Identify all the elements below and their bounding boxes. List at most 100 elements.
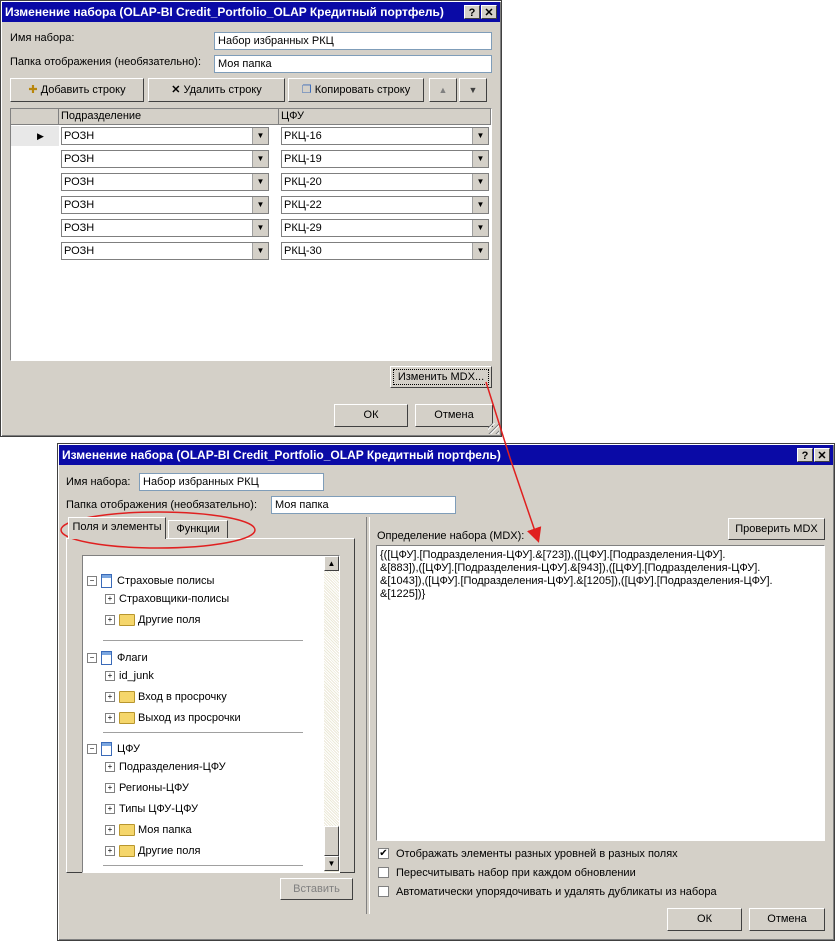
option-checkbox-0[interactable]: ✔ (378, 848, 389, 859)
vertical-divider (366, 517, 370, 914)
cfu-combo[interactable]: РКЦ-16 ▼ (281, 127, 489, 145)
mdx-editor[interactable]: {([ЦФУ].[Подразделения-ЦФУ].&[723]),([ЦФ… (376, 545, 825, 841)
option-checkbox-1[interactable] (378, 867, 389, 878)
ok-button[interactable]: ОК (667, 908, 742, 931)
tree-item[interactable]: + Выход из просрочки (105, 709, 241, 727)
division-combo[interactable]: РОЗН ▼ (61, 150, 269, 168)
dropdown-arrow-icon[interactable]: ▼ (472, 151, 488, 167)
tree-item[interactable]: + Моя папка (105, 821, 192, 839)
tab-fields-and-items[interactable]: Поля и элементы (68, 517, 166, 539)
division-combo[interactable]: РОЗН ▼ (61, 173, 269, 191)
expand-icon[interactable]: + (105, 762, 115, 773)
scroll-thumb[interactable] (324, 826, 339, 856)
expand-icon[interactable]: + (105, 825, 115, 836)
scroll-track[interactable] (324, 571, 339, 826)
collapse-icon[interactable]: − (87, 653, 97, 664)
option-label-1[interactable]: Пересчитывать набор при каждом обновлени… (396, 867, 636, 879)
close-button[interactable]: ✕ (481, 5, 497, 19)
option-checkbox-2[interactable] (378, 886, 389, 897)
delete-icon: ✕ (171, 84, 181, 96)
expand-icon[interactable]: + (105, 713, 115, 724)
dropdown-arrow-icon[interactable]: ▼ (472, 243, 488, 259)
edit-mdx-button[interactable]: Изменить MDX... (390, 366, 492, 388)
dropdown-arrow-icon[interactable]: ▼ (472, 128, 488, 144)
copy-row-button[interactable]: ❐ Копировать строку (288, 78, 424, 102)
tree-dimension[interactable]: − Страховые полисы (87, 572, 214, 590)
help-button[interactable]: ? (464, 5, 480, 19)
row-selector[interactable] (11, 172, 59, 192)
delete-row-button[interactable]: ✕ Удалить строку (148, 78, 285, 102)
tree-item[interactable]: + Вход в просрочку (105, 688, 227, 706)
tree-item[interactable]: + Другие поля (105, 842, 200, 860)
tree-item[interactable]: + Другие поля (105, 611, 200, 629)
move-up-button[interactable]: ▲ (429, 78, 457, 102)
cfu-combo[interactable]: РКЦ-19 ▼ (281, 150, 489, 168)
option-label-0[interactable]: Отображать элементы разных уровней в раз… (396, 848, 678, 860)
option-label-2[interactable]: Автоматически упорядочивать и удалять ду… (396, 886, 717, 898)
set-name-input[interactable]: Набор избранных РКЦ (139, 473, 324, 491)
expand-icon[interactable]: + (105, 783, 115, 794)
expand-icon[interactable]: + (105, 615, 115, 626)
mdx-text: {([ЦФУ].[Подразделения-ЦФУ].&[723]),([ЦФ… (380, 549, 821, 601)
division-combo[interactable]: РОЗН ▼ (61, 242, 269, 260)
tab-functions[interactable]: Функции (168, 520, 228, 539)
set-name-input[interactable]: Набор избранных РКЦ (214, 32, 492, 50)
cfu-combo[interactable]: РКЦ-29 ▼ (281, 219, 489, 237)
insert-button[interactable]: Вставить (280, 878, 353, 900)
dropdown-arrow-icon[interactable]: ▼ (252, 243, 268, 259)
tree-scrollbar[interactable]: ▲ ▼ (324, 556, 339, 872)
collapse-icon[interactable]: − (87, 576, 97, 587)
arrow-up-icon: ▲ (438, 85, 448, 95)
division-combo[interactable]: РОЗН ▼ (61, 196, 269, 214)
check-mdx-button[interactable]: Проверить MDX (728, 518, 825, 540)
dropdown-arrow-icon[interactable]: ▼ (252, 151, 268, 167)
dropdown-arrow-icon[interactable]: ▼ (252, 197, 268, 213)
row-selector[interactable] (11, 149, 59, 169)
move-down-button[interactable]: ▼ (459, 78, 487, 102)
row-selector[interactable] (11, 195, 59, 215)
expand-icon[interactable]: + (105, 671, 115, 682)
ok-button[interactable]: ОК (334, 404, 408, 427)
tree-item[interactable]: + Регионы-ЦФУ (105, 779, 189, 797)
dropdown-arrow-icon[interactable]: ▼ (252, 174, 268, 190)
cancel-button[interactable]: Отмена (415, 404, 493, 427)
expand-icon[interactable]: + (105, 846, 115, 857)
dropdown-arrow-icon[interactable]: ▼ (472, 220, 488, 236)
tree-item[interactable]: + Страховщики-полисы (105, 590, 229, 608)
folder-icon (119, 712, 135, 725)
tree-item[interactable]: + Подразделения-ЦФУ (105, 758, 226, 776)
add-row-button[interactable]: ✚ Добавить строку (10, 78, 144, 102)
help-button[interactable]: ? (797, 448, 813, 462)
row-selector[interactable] (11, 241, 59, 261)
dropdown-arrow-icon[interactable]: ▼ (472, 174, 488, 190)
folder-input[interactable]: Моя папка (271, 496, 456, 514)
expand-icon[interactable]: + (105, 804, 115, 815)
cancel-button[interactable]: Отмена (749, 908, 825, 931)
cfu-combo[interactable]: РКЦ-20 ▼ (281, 173, 489, 191)
row-selector[interactable] (11, 218, 59, 238)
close-button[interactable]: ✕ (814, 448, 830, 462)
folder-input[interactable]: Моя папка (214, 55, 492, 73)
field-tree: − Страховые полисы + Страховщики-полисы + Дру… (82, 555, 340, 873)
cfu-combo[interactable]: РКЦ-22 ▼ (281, 196, 489, 214)
tree-dimension[interactable]: − ЦФУ (87, 740, 140, 758)
tree-dimension[interactable]: − Флаги (87, 649, 148, 667)
row-selector[interactable]: ▶ (11, 126, 59, 146)
collapse-icon[interactable]: − (87, 744, 97, 755)
dropdown-arrow-icon[interactable]: ▼ (472, 197, 488, 213)
scroll-up-button[interactable]: ▲ (324, 556, 339, 571)
grid-header-cfu[interactable]: ЦФУ (279, 109, 491, 125)
scroll-down-button[interactable]: ▼ (324, 856, 339, 871)
add-row-icon: ✚ (28, 84, 38, 96)
tree-item[interactable]: + Типы ЦФУ-ЦФУ (105, 800, 198, 818)
cfu-combo[interactable]: РКЦ-30 ▼ (281, 242, 489, 260)
grid-header-division[interactable]: Подразделение (59, 109, 279, 125)
expand-icon[interactable]: + (105, 692, 115, 703)
dropdown-arrow-icon[interactable]: ▼ (252, 128, 268, 144)
division-combo[interactable]: РОЗН ▼ (61, 219, 269, 237)
division-combo[interactable]: РОЗН ▼ (61, 127, 269, 145)
dropdown-arrow-icon[interactable]: ▼ (252, 220, 268, 236)
expand-icon[interactable]: + (105, 594, 115, 605)
tree-item[interactable]: + id_junk (105, 667, 154, 685)
resize-grip-icon[interactable] (488, 423, 499, 434)
